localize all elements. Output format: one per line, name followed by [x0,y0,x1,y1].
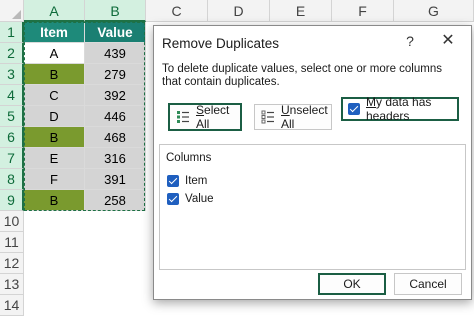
column-header-e[interactable]: E [270,0,332,22]
row-header-11[interactable]: 11 [0,232,24,253]
column-checkbox-label: Value [185,193,214,205]
column-header-a[interactable]: A [24,0,85,22]
row-header-3[interactable]: 3 [0,64,24,85]
headers-checkbox-checked-icon[interactable] [348,103,360,115]
row-header-10[interactable]: 10 [0,211,24,232]
column-checkbox-value[interactable]: Value [162,191,214,207]
checkbox-checked-icon[interactable] [167,193,179,205]
column-checkbox-item[interactable]: Item [162,173,207,189]
row-header-13[interactable]: 13 [0,274,24,295]
checkbox-checked-icon[interactable] [167,175,179,187]
headers-label-rest: y data has headers [366,95,432,123]
cell-item[interactable]: B [24,190,85,211]
cell-item[interactable]: F [24,169,85,190]
headers-checkbox-label: My data has headers [366,95,457,123]
select-all-button[interactable]: Select All [168,103,242,131]
ok-button[interactable]: OK [318,273,386,295]
cell-b1-header[interactable]: Value [85,22,146,43]
cell-item[interactable]: D [24,106,85,127]
column-header-b[interactable]: B [85,0,146,22]
dialog-description: To delete duplicate values, select one o… [162,63,442,88]
columns-label: Columns [166,152,212,164]
cell-item[interactable]: B [24,64,85,85]
row-header-12[interactable]: 12 [0,253,24,274]
cell-item[interactable]: E [24,148,85,169]
cell-a1-header[interactable]: Item [24,22,85,43]
close-button[interactable]: ✕ [437,31,459,51]
cell-item[interactable]: B [24,127,85,148]
my-data-has-headers-checkbox[interactable]: My data has headers [341,95,459,123]
help-button[interactable]: ? [401,31,419,51]
column-checkbox-label: Item [185,175,208,187]
cell-value[interactable]: 279 [85,64,146,85]
column-header-d[interactable]: D [208,0,270,22]
remove-duplicates-dialog: Remove Duplicates ? ✕ To delete duplicat… [153,25,472,300]
headers-mnemonic: M [366,95,376,109]
row-header-1[interactable]: 1 [0,22,24,43]
cell-item[interactable]: C [24,85,85,106]
cell-item[interactable]: A [24,43,85,64]
row-header-2[interactable]: 2 [0,43,24,64]
column-header-f[interactable]: F [332,0,394,22]
cell-value[interactable]: 446 [85,106,146,127]
select-all-corner[interactable] [0,0,24,22]
cell-value[interactable]: 391 [85,169,146,190]
column-header-c[interactable]: C [146,0,208,22]
select-all-icon [176,110,190,124]
select-all-mnemonic: S [196,103,205,117]
row-header-7[interactable]: 7 [0,148,24,169]
cell-value[interactable]: 316 [85,148,146,169]
row-header-8[interactable]: 8 [0,169,24,190]
row-header-5[interactable]: 5 [0,106,24,127]
cell-value[interactable]: 468 [85,127,146,148]
unselect-all-icon [261,110,275,124]
row-header-4[interactable]: 4 [0,85,24,106]
row-header-14[interactable]: 14 [0,295,24,316]
cell-value[interactable]: 392 [85,85,146,106]
row-header-9[interactable]: 9 [0,190,24,211]
columns-list-box: Columns Item Value [159,144,466,270]
unselect-all-label: Unselect All [281,103,331,131]
row-header-6[interactable]: 6 [0,127,24,148]
dialog-title: Remove Duplicates [162,36,280,51]
cell-value[interactable]: 439 [85,43,146,64]
unselect-all-button[interactable]: Unselect All [254,103,332,131]
cell-value[interactable]: 258 [85,190,146,211]
unselect-all-mnemonic: U [281,103,290,117]
select-all-label: Select All [196,103,240,131]
cancel-button[interactable]: Cancel [394,273,462,295]
column-header-g[interactable]: G [394,0,474,22]
